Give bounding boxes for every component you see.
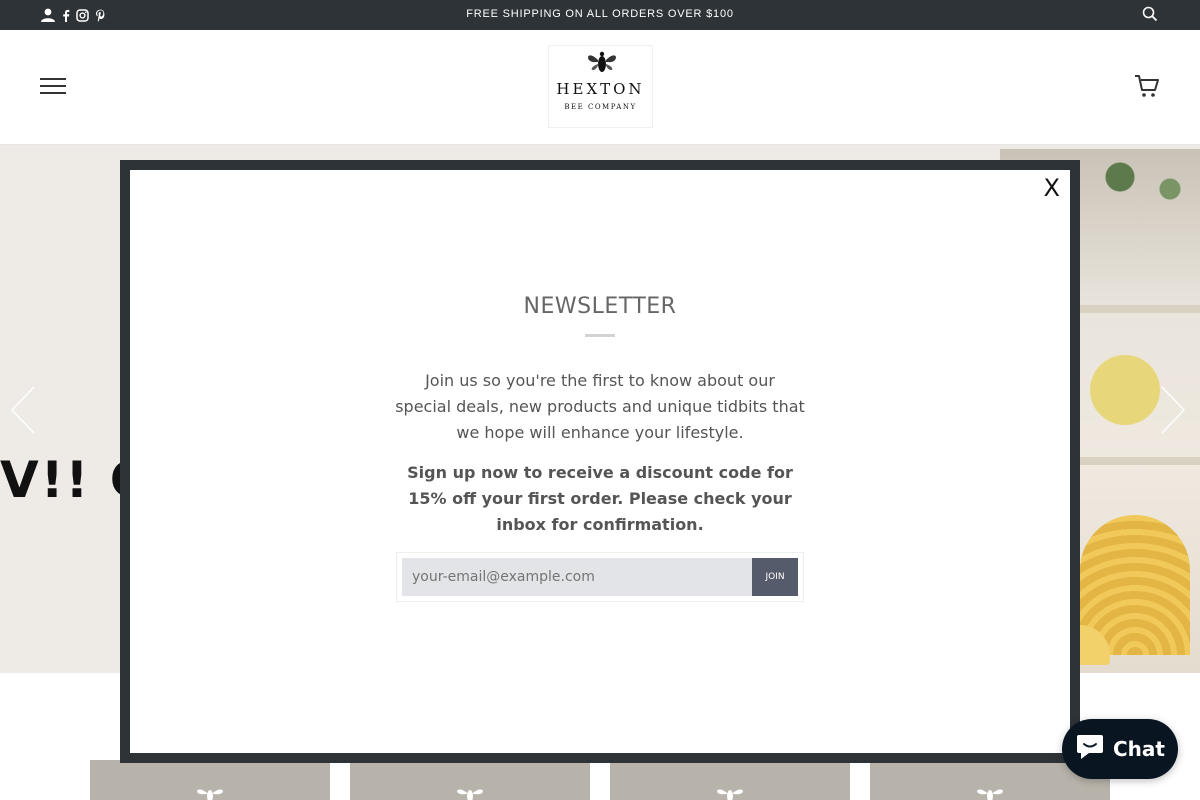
- chat-button[interactable]: Chat: [1062, 719, 1178, 779]
- product-card[interactable]: [610, 760, 850, 800]
- close-button[interactable]: X: [1044, 174, 1060, 202]
- logo-subtitle: BEE COMPANY: [564, 103, 637, 111]
- modal-description: Join us so you're the first to know abou…: [395, 371, 805, 442]
- product-card[interactable]: [90, 760, 330, 800]
- announcement-bar: FREE SHIPPING ON ALL ORDERS OVER $100: [0, 0, 1200, 30]
- announcement-text: FREE SHIPPING ON ALL ORDERS OVER $100: [466, 8, 734, 20]
- chevron-right-icon[interactable]: [1158, 385, 1188, 435]
- newsletter-form: JOIN: [396, 552, 804, 602]
- chevron-left-icon[interactable]: [8, 385, 38, 435]
- search-icon[interactable]: [1142, 6, 1158, 27]
- newsletter-modal: X NEWSLETTER Join us so you're the first…: [130, 170, 1070, 753]
- product-card[interactable]: [350, 760, 590, 800]
- title-divider: [585, 334, 615, 337]
- menu-icon[interactable]: [40, 78, 66, 96]
- join-button[interactable]: JOIN: [752, 558, 798, 596]
- modal-discount-text: Sign up now to receive a discount code f…: [407, 463, 793, 534]
- bee-icon: [977, 789, 1003, 800]
- bee-logo-icon: [588, 51, 616, 72]
- chat-label: Chat: [1113, 737, 1165, 761]
- modal-title: NEWSLETTER: [523, 294, 677, 319]
- bee-icon: [457, 789, 483, 800]
- cart-icon[interactable]: [1134, 73, 1160, 104]
- hero-candle: [1090, 355, 1160, 425]
- email-input[interactable]: [402, 558, 752, 596]
- chat-bubble-icon: [1075, 733, 1105, 766]
- site-logo[interactable]: HEXTON BEE COMPANY: [548, 45, 653, 128]
- site-header: HEXTON BEE COMPANY: [0, 30, 1200, 145]
- bee-icon: [717, 789, 743, 800]
- logo-wordmark: HEXTON: [556, 80, 645, 98]
- product-grid: [90, 760, 1110, 800]
- newsletter-modal-frame: X NEWSLETTER Join us so you're the first…: [120, 160, 1080, 763]
- bee-icon: [197, 789, 223, 800]
